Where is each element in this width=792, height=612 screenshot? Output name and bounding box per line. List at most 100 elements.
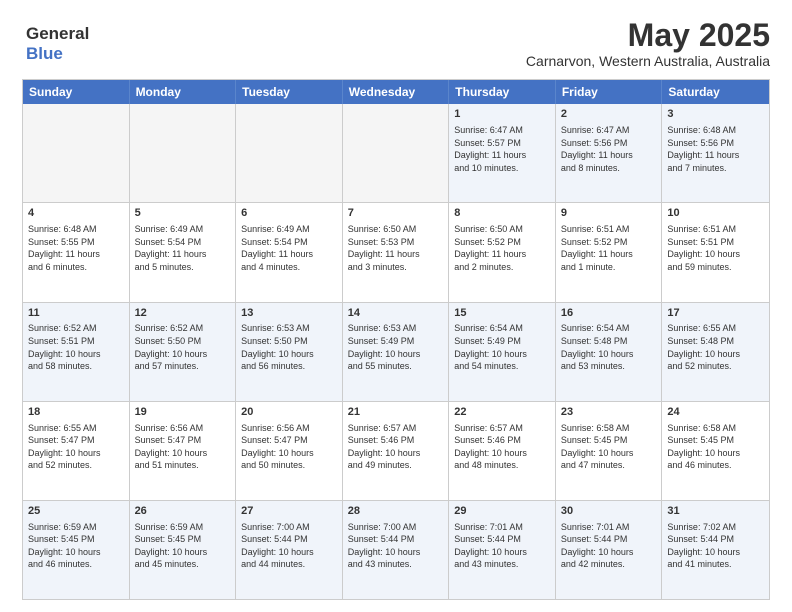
cell-info: Sunrise: 6:51 AM Sunset: 5:51 PM Dayligh… [667,223,764,273]
cell-info: Sunrise: 6:54 AM Sunset: 5:49 PM Dayligh… [454,322,550,372]
calendar-cell-r1c6: 10 Sunrise: 6:51 AM Sunset: 5:51 PM Dayli… [662,203,769,301]
day-number: 26 [135,504,231,519]
calendar-cell-r1c0: 4Sunrise: 6:48 AM Sunset: 5:55 PM Daylig… [23,203,130,301]
calendar-cell-r0c1 [130,104,237,202]
day-number: 11 [28,306,124,321]
cell-info: Sunrise: 7:01 AM Sunset: 5:44 PM Dayligh… [561,521,657,571]
weekday-header-thursday: Thursday [449,80,556,104]
calendar-cell-r2c1: 12Sunrise: 6:52 AM Sunset: 5:50 PM Dayli… [130,303,237,401]
calendar-row-3: 18Sunrise: 6:55 AM Sunset: 5:47 PM Dayli… [23,402,769,501]
day-number: 5 [135,206,231,221]
cell-info: Sunrise: 6:57 AM Sunset: 5:46 PM Dayligh… [454,422,550,472]
weekday-header-sunday: Sunday [23,80,130,104]
calendar-cell-r4c4: 29 Sunrise: 7:01 AM Sunset: 5:44 PM Dayli… [449,501,556,599]
day-number: 23 [561,405,657,420]
day-number: 8 [454,206,550,221]
calendar-cell-r1c2: 6 Sunrise: 6:49 AM Sunset: 5:54 PM Daylig… [236,203,343,301]
calendar-cell-r0c4: 1Sunrise: 6:47 AM Sunset: 5:57 PM Daylig… [449,104,556,202]
cell-info: Sunrise: 6:56 AM Sunset: 5:47 PM Dayligh… [135,422,231,472]
calendar-cell-r3c6: 24 Sunrise: 6:58 AM Sunset: 5:45 PM Dayli… [662,402,769,500]
calendar-cell-r3c2: 20 Sunrise: 6:56 AM Sunset: 5:47 PM Dayli… [236,402,343,500]
calendar-cell-r4c1: 26 Sunrise: 6:59 AM Sunset: 5:45 PM Dayli… [130,501,237,599]
day-number: 27 [241,504,337,519]
calendar-cell-r3c5: 23Sunrise: 6:58 AM Sunset: 5:45 PM Dayli… [556,402,663,500]
day-number: 25 [28,504,124,519]
logo-container: General Blue [26,24,91,63]
calendar-cell-r2c4: 15Sunrise: 6:54 AM Sunset: 5:49 PM Dayli… [449,303,556,401]
cell-info: Sunrise: 6:50 AM Sunset: 5:53 PM Dayligh… [348,223,444,273]
day-number: 7 [348,206,444,221]
weekday-header-tuesday: Tuesday [236,80,343,104]
day-number: 29 [454,504,550,519]
calendar: SundayMondayTuesdayWednesdayThursdayFrid… [22,79,770,600]
header-right: May 2025 Carnarvon, Western Australia, A… [526,18,770,69]
calendar-cell-r1c4: 8Sunrise: 6:50 AM Sunset: 5:52 PM Daylig… [449,203,556,301]
calendar-cell-r2c5: 16Sunrise: 6:54 AM Sunset: 5:48 PM Dayli… [556,303,663,401]
calendar-cell-r2c6: 17Sunrise: 6:55 AM Sunset: 5:48 PM Dayli… [662,303,769,401]
location: Carnarvon, Western Australia, Australia [526,53,770,69]
calendar-cell-r4c5: 30 Sunrise: 7:01 AM Sunset: 5:44 PM Dayli… [556,501,663,599]
day-number: 10 [667,206,764,221]
logo-blue: Blue [26,44,63,63]
day-number: 19 [135,405,231,420]
cell-info: Sunrise: 6:59 AM Sunset: 5:45 PM Dayligh… [28,521,124,571]
cell-info: Sunrise: 6:47 AM Sunset: 5:57 PM Dayligh… [454,124,550,174]
cell-info: Sunrise: 6:47 AM Sunset: 5:56 PM Dayligh… [561,124,657,174]
calendar-cell-r3c1: 19 Sunrise: 6:56 AM Sunset: 5:47 PM Dayli… [130,402,237,500]
day-number: 31 [667,504,764,519]
cell-info: Sunrise: 6:59 AM Sunset: 5:45 PM Dayligh… [135,521,231,571]
calendar-cell-r2c3: 14Sunrise: 6:53 AM Sunset: 5:49 PM Dayli… [343,303,450,401]
weekday-header-wednesday: Wednesday [343,80,450,104]
cell-info: Sunrise: 6:54 AM Sunset: 5:48 PM Dayligh… [561,322,657,372]
calendar-cell-r0c5: 2 Sunrise: 6:47 AM Sunset: 5:56 PM Daylig… [556,104,663,202]
calendar-cell-r0c0 [23,104,130,202]
cell-info: Sunrise: 6:58 AM Sunset: 5:45 PM Dayligh… [667,422,764,472]
cell-info: Sunrise: 6:56 AM Sunset: 5:47 PM Dayligh… [241,422,337,472]
cell-info: Sunrise: 7:01 AM Sunset: 5:44 PM Dayligh… [454,521,550,571]
day-number: 6 [241,206,337,221]
calendar-cell-r1c3: 7 Sunrise: 6:50 AM Sunset: 5:53 PM Daylig… [343,203,450,301]
calendar-cell-r4c2: 27 Sunrise: 7:00 AM Sunset: 5:44 PM Dayli… [236,501,343,599]
cell-info: Sunrise: 6:53 AM Sunset: 5:50 PM Dayligh… [241,322,337,372]
day-number: 24 [667,405,764,420]
calendar-cell-r2c2: 13Sunrise: 6:53 AM Sunset: 5:50 PM Dayli… [236,303,343,401]
cell-info: Sunrise: 6:52 AM Sunset: 5:50 PM Dayligh… [135,322,231,372]
logo-text-block: General Blue [26,24,89,63]
calendar-cell-r0c6: 3Sunrise: 6:48 AM Sunset: 5:56 PM Daylig… [662,104,769,202]
logo-general: General [26,24,89,43]
calendar-row-4: 25 Sunrise: 6:59 AM Sunset: 5:45 PM Dayli… [23,501,769,599]
day-number: 14 [348,306,444,321]
day-number: 13 [241,306,337,321]
day-number: 30 [561,504,657,519]
month-title: May 2025 [526,18,770,53]
calendar-row-0: 1Sunrise: 6:47 AM Sunset: 5:57 PM Daylig… [23,104,769,203]
weekday-header-saturday: Saturday [662,80,769,104]
cell-info: Sunrise: 6:55 AM Sunset: 5:47 PM Dayligh… [28,422,124,472]
cell-info: Sunrise: 7:00 AM Sunset: 5:44 PM Dayligh… [348,521,444,571]
cell-info: Sunrise: 6:48 AM Sunset: 5:56 PM Dayligh… [667,124,764,174]
calendar-cell-r3c3: 21Sunrise: 6:57 AM Sunset: 5:46 PM Dayli… [343,402,450,500]
calendar-cell-r0c3 [343,104,450,202]
cell-info: Sunrise: 6:55 AM Sunset: 5:48 PM Dayligh… [667,322,764,372]
calendar-cell-r4c0: 25 Sunrise: 6:59 AM Sunset: 5:45 PM Dayli… [23,501,130,599]
cell-info: Sunrise: 7:00 AM Sunset: 5:44 PM Dayligh… [241,521,337,571]
calendar-body: 1Sunrise: 6:47 AM Sunset: 5:57 PM Daylig… [23,104,769,599]
calendar-cell-r3c0: 18Sunrise: 6:55 AM Sunset: 5:47 PM Dayli… [23,402,130,500]
calendar-row-1: 4Sunrise: 6:48 AM Sunset: 5:55 PM Daylig… [23,203,769,302]
cell-info: Sunrise: 7:02 AM Sunset: 5:44 PM Dayligh… [667,521,764,571]
day-number: 2 [561,107,657,122]
weekday-header-monday: Monday [130,80,237,104]
calendar-header: SundayMondayTuesdayWednesdayThursdayFrid… [23,80,769,104]
cell-info: Sunrise: 6:53 AM Sunset: 5:49 PM Dayligh… [348,322,444,372]
day-number: 17 [667,306,764,321]
day-number: 16 [561,306,657,321]
calendar-cell-r0c2 [236,104,343,202]
day-number: 20 [241,405,337,420]
header: General Blue May 2025 Carnarvon, Western… [22,18,770,69]
day-number: 21 [348,405,444,420]
calendar-cell-r4c6: 31 Sunrise: 7:02 AM Sunset: 5:44 PM Dayli… [662,501,769,599]
cell-info: Sunrise: 6:49 AM Sunset: 5:54 PM Dayligh… [241,223,337,273]
day-number: 22 [454,405,550,420]
logo: General Blue [22,24,91,63]
cell-info: Sunrise: 6:48 AM Sunset: 5:55 PM Dayligh… [28,223,124,273]
